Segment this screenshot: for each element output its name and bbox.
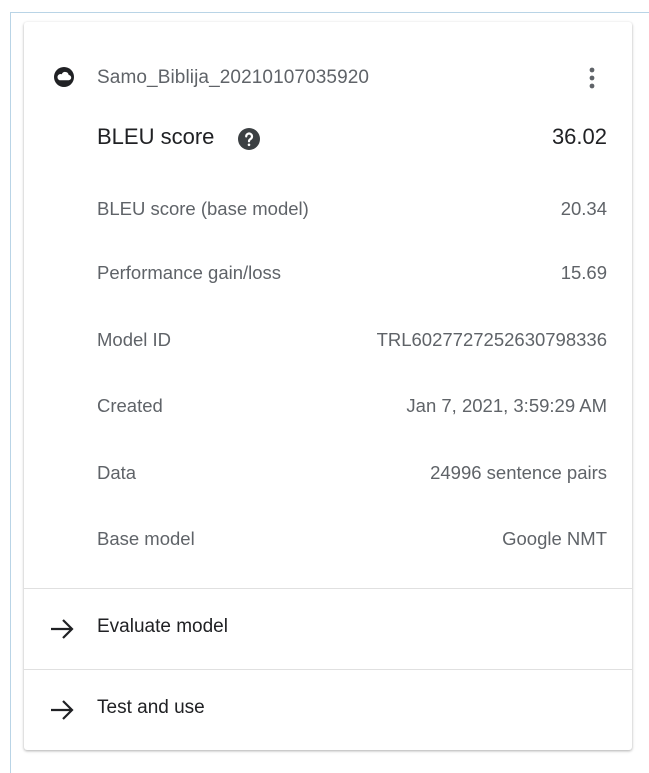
arrow-right-icon xyxy=(51,700,74,720)
detail-label: BLEU score (base model) xyxy=(97,198,309,219)
model-card: Samo_Biblija_20210107035920 BLEU score 3… xyxy=(24,22,632,750)
detail-value: TRL6027727252630798336 xyxy=(376,329,607,350)
cloud-circle-icon xyxy=(54,67,74,87)
detail-value: 24996 sentence pairs xyxy=(430,462,607,483)
detail-row-data: Data 24996 sentence pairs xyxy=(97,462,607,492)
detail-label: Base model xyxy=(97,528,195,549)
detail-value: 15.69 xyxy=(560,262,607,283)
detail-label: Performance gain/loss xyxy=(97,262,282,283)
detail-value: 20.34 xyxy=(560,198,607,219)
detail-value: Jan 7, 2021, 3:59:29 AM xyxy=(406,395,607,416)
evaluate-model-link[interactable]: Evaluate model xyxy=(24,589,632,669)
detail-row-performance: Performance gain/loss 15.69 xyxy=(97,262,607,292)
detail-label: Data xyxy=(97,462,137,483)
test-and-use-label: Test and use xyxy=(97,697,205,718)
detail-value: Google NMT xyxy=(502,528,607,549)
detail-label: Created xyxy=(97,395,163,416)
test-and-use-link[interactable]: Test and use xyxy=(24,670,632,750)
detail-row-base-bleu: BLEU score (base model) 20.34 xyxy=(97,198,607,228)
detail-row-base-model: Base model Google NMT xyxy=(97,528,607,558)
bleu-score-label: BLEU score xyxy=(97,124,215,149)
bleu-score-value: 36.02 xyxy=(551,124,607,149)
card-header: Samo_Biblija_20210107035920 xyxy=(24,22,632,132)
evaluate-model-label: Evaluate model xyxy=(97,616,228,637)
detail-label: Model ID xyxy=(97,329,172,350)
detail-row-model-id: Model ID TRL6027727252630798336 xyxy=(97,329,607,359)
more-vert-icon[interactable] xyxy=(580,62,604,94)
model-name: Samo_Biblija_20210107035920 xyxy=(97,67,370,88)
detail-row-created: Created Jan 7, 2021, 3:59:29 AM xyxy=(97,395,607,425)
help-circle-icon[interactable] xyxy=(237,127,261,151)
arrow-right-icon xyxy=(51,619,74,639)
bleu-score-row: BLEU score 36.02 xyxy=(97,122,607,158)
